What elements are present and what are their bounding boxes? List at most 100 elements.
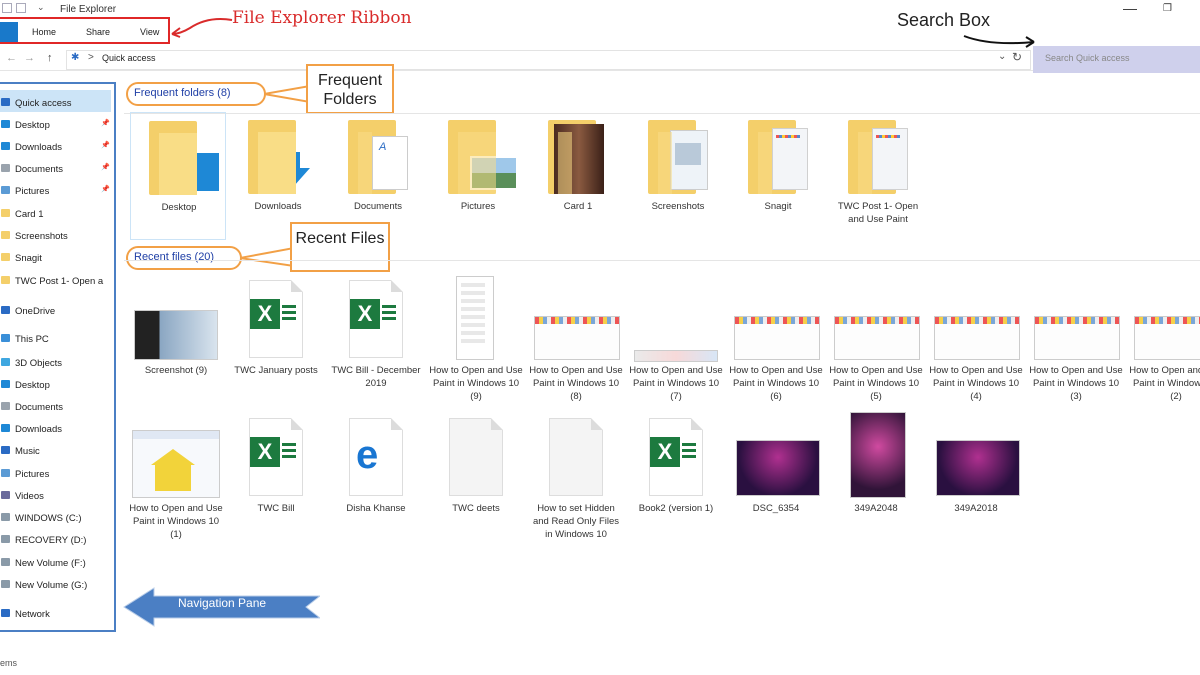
nav-item[interactable]: Desktop <box>0 377 112 395</box>
nav-item[interactable]: Videos <box>0 488 112 506</box>
file-tile[interactable]: How to Open and Use Paint in Windows 10 … <box>528 272 624 412</box>
nav-item[interactable]: Network <box>0 606 112 624</box>
nav-item[interactable]: Desktop 📌 <box>0 117 112 135</box>
status-bar-text: ems <box>0 658 18 668</box>
folder-tile[interactable]: Desktop <box>130 112 226 240</box>
pin-icon[interactable]: 📌 <box>101 185 110 193</box>
properties-icon[interactable] <box>16 3 26 13</box>
folder-tile[interactable]: Screenshots <box>630 112 726 240</box>
nav-item[interactable]: Music <box>0 443 112 461</box>
nav-item[interactable]: 3D Objects <box>0 355 112 373</box>
nav-item-label: Quick access <box>15 98 72 109</box>
file-label: How to Open and Use Paint in Windows 10 … <box>129 503 223 540</box>
edge-icon: e <box>349 418 403 496</box>
file-tile[interactable]: TWC deets <box>428 410 524 550</box>
nav-item[interactable]: Card 1 <box>0 206 112 224</box>
file-tile[interactable]: 349A2018 <box>928 410 1024 550</box>
folder-icon <box>1 231 10 239</box>
image-thumbnail <box>634 350 718 362</box>
file-tile[interactable]: How to Open and Use Paint in Windows 10 … <box>428 272 524 412</box>
file-tile[interactable]: How to Open and Use Paint in Windows 10 … <box>1028 272 1124 412</box>
nav-item-label: WINDOWS (C:) <box>15 513 82 524</box>
nav-item[interactable]: RECOVERY (D:) <box>0 532 112 550</box>
maximize-button[interactable]: ❐ <box>1163 3 1172 14</box>
folder-tile[interactable]: A Documents <box>330 112 426 240</box>
file-tile[interactable]: How to Open and Use Paint in Windows 10 … <box>128 410 224 550</box>
frequent-folders-header[interactable]: Frequent folders (8) <box>134 87 231 99</box>
pictures-icon <box>1 186 10 194</box>
nav-item[interactable]: Documents 📌 <box>0 161 112 179</box>
nav-item[interactable]: Documents <box>0 399 112 417</box>
address-dropdown-icon[interactable]: ⌄ <box>998 51 1006 62</box>
nav-item[interactable]: This PC <box>0 331 112 349</box>
qat-dropdown-icon[interactable]: ⌄ <box>37 2 45 13</box>
nav-item[interactable]: Snagit <box>0 250 112 268</box>
breadcrumb[interactable]: Quick access <box>102 53 156 63</box>
computer-icon <box>1 334 10 342</box>
nav-item-label: Screenshots <box>15 231 68 242</box>
recent-divider <box>124 260 1200 261</box>
nav-item[interactable]: Downloads <box>0 421 112 439</box>
folder-tile[interactable]: Snagit <box>730 112 826 240</box>
pin-icon[interactable]: 📌 <box>101 163 110 171</box>
file-tile[interactable]: How to Open and Use Paint in Windows 10 … <box>628 272 724 412</box>
file-tile[interactable]: Screenshot (9) <box>128 272 224 412</box>
nav-item-label: Pictures <box>15 186 50 197</box>
file-tile[interactable]: X TWC Bill <box>228 410 324 550</box>
file-tile[interactable]: 349A2048 <box>828 410 924 550</box>
folder-tile[interactable]: Pictures <box>430 112 526 240</box>
folder-icon <box>248 120 310 198</box>
forward-button[interactable]: → <box>24 52 35 64</box>
file-tile[interactable]: DSC_6354 <box>728 410 824 550</box>
image-thumbnail <box>1134 316 1200 360</box>
quick-access-toolbar-icon[interactable] <box>2 3 12 13</box>
nav-item[interactable]: New Volume (F:) <box>0 555 112 573</box>
minimize-button[interactable]: — <box>1123 0 1137 16</box>
documents-icon <box>1 164 10 172</box>
file-tile[interactable]: X Book2 (version 1) <box>628 410 724 550</box>
image-thumbnail <box>534 316 620 360</box>
nav-item[interactable]: Screenshots <box>0 228 112 246</box>
documents-icon <box>1 402 10 410</box>
breadcrumb-separator[interactable]: > <box>88 52 94 63</box>
folder-tile[interactable]: TWC Post 1- Open and Use Paint <box>830 112 926 240</box>
folder-label: Pictures <box>460 201 496 212</box>
refresh-button[interactable]: ↻ <box>1012 50 1022 64</box>
nav-item-label: Desktop <box>15 380 50 391</box>
recent-files-header[interactable]: Recent files (20) <box>134 251 214 263</box>
file-tile[interactable]: How to Open and Use Paint in Windows 10 … <box>928 272 1024 412</box>
image-thumbnail <box>132 430 220 498</box>
nav-item-label: Card 1 <box>15 209 44 220</box>
nav-item[interactable]: Pictures <box>0 466 112 484</box>
file-tile[interactable]: How to Open and Use Paint in Windows 10 … <box>1128 272 1200 412</box>
address-bar[interactable] <box>66 50 1031 70</box>
nav-item[interactable]: TWC Post 1- Open a <box>0 273 112 291</box>
file-label: TWC Bill - December 2019 <box>331 365 421 389</box>
file-tile[interactable]: X TWC Bill - December 2019 <box>328 272 424 412</box>
file-tile[interactable]: X TWC January posts <box>228 272 324 412</box>
file-tile[interactable]: How to set Hidden and Read Only Files in… <box>528 410 624 550</box>
photo-thumbnail <box>850 412 906 498</box>
nav-item[interactable]: Pictures 📌 <box>0 183 112 201</box>
back-button[interactable]: ← <box>6 52 17 64</box>
file-tile[interactable]: How to Open and Use Paint in Windows 10 … <box>728 272 824 412</box>
up-button[interactable]: ↑ <box>47 52 53 64</box>
nav-item[interactable]: WINDOWS (C:) <box>0 510 112 528</box>
pin-icon[interactable]: 📌 <box>101 141 110 149</box>
cloud-icon <box>1 306 10 314</box>
pin-icon[interactable]: 📌 <box>101 119 110 127</box>
nav-item[interactable]: Quick access <box>0 95 112 113</box>
nav-item[interactable]: Downloads 📌 <box>0 139 112 157</box>
music-icon <box>1 446 10 454</box>
file-tile[interactable]: e Disha Khanse <box>328 410 424 550</box>
download-icon <box>1 142 10 150</box>
file-label: Book2 (version 1) <box>638 503 714 514</box>
folder-icon <box>848 120 910 198</box>
nav-item[interactable]: OneDrive <box>0 303 112 321</box>
file-tile[interactable]: How to Open and Use Paint in Windows 10 … <box>828 272 924 412</box>
folder-tile[interactable]: Downloads <box>230 112 326 240</box>
nav-item[interactable]: New Volume (G:) <box>0 577 112 595</box>
folder-tile[interactable]: Card 1 <box>530 112 626 240</box>
nav-item-label: This PC <box>15 334 49 345</box>
search-placeholder: Search Quick access <box>1045 53 1130 63</box>
